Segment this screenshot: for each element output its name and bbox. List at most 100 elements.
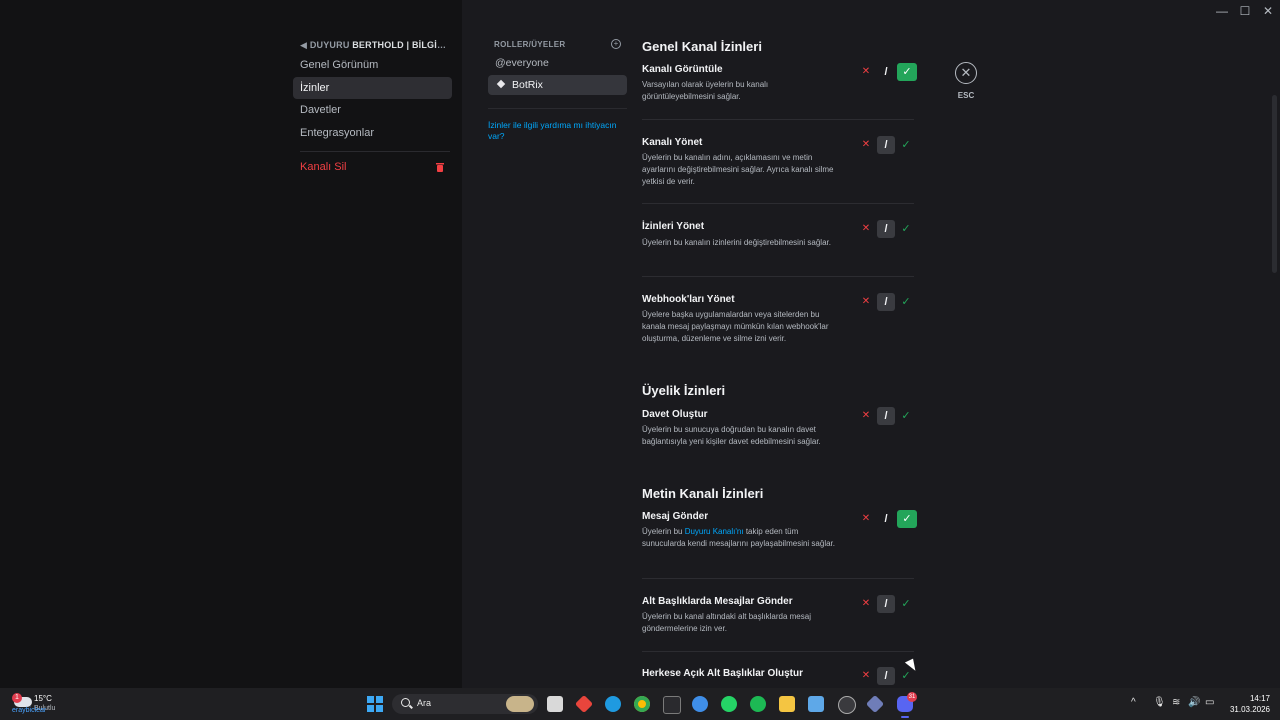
- neutral-button[interactable]: /: [877, 220, 895, 238]
- role-label: BotRix: [512, 79, 543, 91]
- esc-label: ESC: [957, 91, 975, 100]
- minimize-button[interactable]: —: [1214, 4, 1230, 18]
- permission-toggle: ✕ / ✓: [857, 293, 919, 311]
- delete-channel-label: Kanalı Sil: [300, 161, 347, 173]
- add-role-icon[interactable]: +: [611, 39, 621, 49]
- category-prefix: DUYURU: [309, 40, 350, 50]
- scrollbar[interactable]: [1272, 95, 1277, 273]
- close-window-button[interactable]: ✕: [1260, 4, 1276, 18]
- sidebar-item-overview[interactable]: Genel Görünüm: [293, 54, 452, 76]
- sidebar-item-invites[interactable]: Davetler: [293, 99, 452, 121]
- windows-taskbar: 1 15°C Bulutlu eraybiclear Ara 31 ^ 🎙 ≋ …: [0, 688, 1280, 720]
- microphone-icon[interactable]: 🎙: [1153, 697, 1166, 708]
- permission-title: İzinleri Yönet: [642, 221, 705, 232]
- clock-time: 14:17: [1249, 694, 1270, 703]
- spotify-icon[interactable]: [750, 696, 766, 712]
- app-blue-icon[interactable]: [692, 696, 708, 712]
- permission-description: Üyelerin bu kanalın izinlerini değiştire…: [642, 238, 831, 247]
- permission-title: Herkese Açık Alt Başlıklar Oluştur: [642, 668, 803, 679]
- app-screen-icon[interactable]: [808, 696, 824, 712]
- permission-description: Üyelerin bu kanal altındaki alt başlıkla…: [642, 612, 811, 633]
- neutral-button[interactable]: /: [877, 595, 895, 613]
- app-diamond-icon[interactable]: [865, 694, 885, 714]
- permission-title: Kanalı Yönet: [642, 137, 703, 148]
- channel-category-header: ◀ DUYURU BERTHOLD | BİLGİLENDİ...: [300, 40, 450, 51]
- permission-toggle: ✕ / ✓: [857, 510, 919, 528]
- allow-button[interactable]: ✓: [897, 293, 915, 311]
- app-circle-icon[interactable]: [838, 696, 856, 714]
- battery-icon[interactable]: ▭: [1205, 697, 1214, 708]
- volume-icon[interactable]: 🔊: [1188, 697, 1200, 708]
- clock-date: 31.03.2026: [1229, 705, 1270, 714]
- chrome-icon[interactable]: [634, 696, 650, 712]
- close-settings-button[interactable]: ✕: [955, 62, 977, 84]
- section-title-general: Genel Kanal İzinleri: [642, 39, 762, 54]
- weather-widget[interactable]: 1: [12, 693, 34, 707]
- sidebar-divider: [300, 151, 450, 152]
- delete-channel-button[interactable]: Kanalı Sil: [293, 156, 452, 178]
- allow-button[interactable]: ✓: [897, 220, 915, 238]
- permission-title: Davet Oluştur: [642, 409, 708, 420]
- neutral-button[interactable]: /: [877, 510, 895, 528]
- roles-divider: [488, 108, 627, 109]
- neutral-button[interactable]: /: [877, 136, 895, 154]
- tray-overflow-icon[interactable]: ^: [1131, 697, 1136, 708]
- permission-divider: [642, 578, 914, 579]
- search-placeholder: Ara: [417, 698, 432, 708]
- task-view-icon[interactable]: [547, 696, 563, 712]
- active-app-indicator: [901, 716, 909, 718]
- file-explorer-icon[interactable]: [779, 696, 795, 712]
- allow-button[interactable]: ✓: [897, 510, 917, 528]
- taskbar-search[interactable]: Ara: [392, 694, 538, 714]
- weather-temperature: 15°C: [34, 694, 52, 703]
- sidebar-item-permissions[interactable]: İzinler: [293, 77, 452, 99]
- allow-button[interactable]: ✓: [897, 63, 917, 81]
- deny-button[interactable]: ✕: [857, 407, 875, 425]
- edge-icon[interactable]: [605, 696, 621, 712]
- megaphone-icon: ◀: [300, 40, 308, 50]
- store-icon[interactable]: [663, 696, 681, 714]
- deny-button[interactable]: ✕: [857, 510, 875, 528]
- allow-button[interactable]: ✓: [897, 595, 915, 613]
- system-clock[interactable]: 14:17 31.03.2026: [1222, 693, 1270, 715]
- permission-title: Mesaj Gönder: [642, 511, 709, 522]
- permissions-help-link[interactable]: İzinler ile ilgili yardıma mı ihtiyacın …: [488, 120, 628, 142]
- description-text: Üyelerin bu: [642, 527, 685, 536]
- permission-description: Varsayılan olarak üyelerin bu kanalı gör…: [642, 80, 769, 101]
- announcement-channel-link[interactable]: Duyuru Kanalı'nı: [685, 527, 744, 536]
- permission-description: Üyelerin bu sunucuya doğrudan bu kanalın…: [642, 425, 821, 446]
- role-item-everyone[interactable]: @everyone: [488, 53, 627, 73]
- section-title-text: Metin Kanalı İzinleri: [642, 486, 764, 501]
- channel-name: BERTHOLD | BİLGİLENDİ...: [352, 40, 450, 50]
- allow-button[interactable]: ✓: [897, 407, 915, 425]
- deny-button[interactable]: ✕: [857, 293, 875, 311]
- permission-toggle: ✕ / ✓: [857, 407, 919, 425]
- deny-button[interactable]: ✕: [857, 63, 875, 81]
- section-title-membership: Üyelik İzinleri: [642, 383, 726, 398]
- permission-title: Alt Başlıklarda Mesajlar Gönder: [642, 596, 793, 607]
- settings-content: [462, 0, 1280, 688]
- deny-button[interactable]: ✕: [857, 136, 875, 154]
- neutral-button[interactable]: /: [877, 407, 895, 425]
- permission-description: Üyelere başka uygulamalardan veya sitele…: [642, 310, 829, 343]
- neutral-button[interactable]: /: [877, 63, 895, 81]
- neutral-button[interactable]: /: [877, 293, 895, 311]
- deny-button[interactable]: ✕: [857, 595, 875, 613]
- permission-description: Üyelerin bu Duyuru Kanalı'nı takip eden …: [642, 526, 840, 550]
- permission-divider: [642, 203, 914, 204]
- allow-button[interactable]: ✓: [897, 136, 915, 154]
- permission-title: Webhook'ları Yönet: [642, 294, 735, 305]
- sidebar-item-integrations[interactable]: Entegrasyonlar: [293, 122, 452, 144]
- permission-divider: [642, 119, 914, 120]
- wifi-icon[interactable]: ≋: [1172, 697, 1180, 708]
- deny-button[interactable]: ✕: [857, 220, 875, 238]
- discord-badge: 31: [907, 692, 917, 702]
- role-item-botrix[interactable]: BotRix: [488, 75, 627, 95]
- maximize-button[interactable]: ☐: [1237, 4, 1253, 18]
- deny-button[interactable]: ✕: [857, 667, 875, 685]
- weather-badge: 1: [12, 693, 22, 703]
- windows-start-icon[interactable]: [367, 696, 383, 712]
- app-red-icon[interactable]: [574, 694, 594, 714]
- neutral-button[interactable]: /: [877, 667, 895, 685]
- whatsapp-icon[interactable]: [721, 696, 737, 712]
